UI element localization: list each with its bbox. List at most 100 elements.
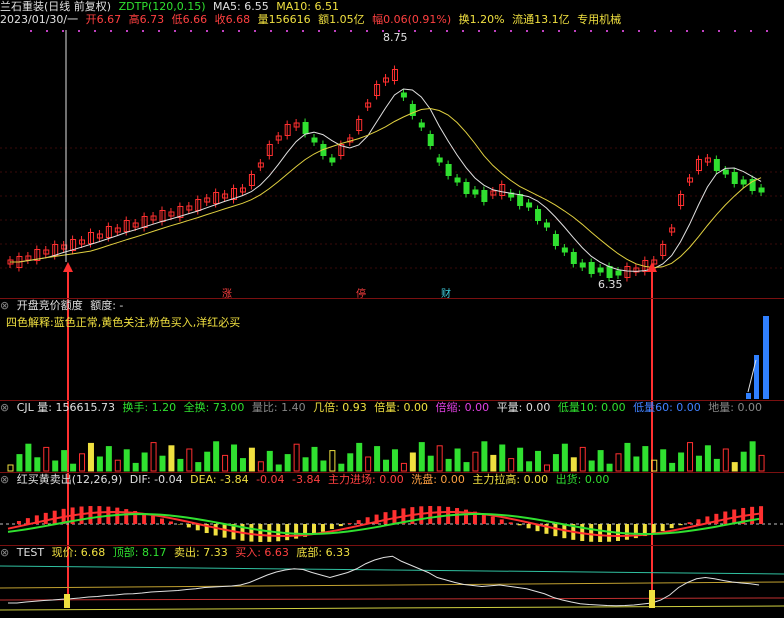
- signal-dot: [174, 30, 176, 32]
- volume-bar: [114, 459, 121, 472]
- candle-body: [526, 202, 533, 208]
- volume-bar: [239, 458, 246, 472]
- candle-body: [570, 252, 577, 264]
- volume-bar: [427, 455, 434, 472]
- volume-bar: [409, 452, 416, 472]
- volume-bar: [79, 453, 86, 472]
- volume-bar: [177, 458, 184, 472]
- auction-bar: [754, 355, 759, 399]
- candle-body: [481, 190, 488, 202]
- candle-body: [740, 179, 747, 185]
- volume-bar: [749, 441, 756, 472]
- panel4-header: ⊗ 红买黄卖出(12,26,9) DIF: -0.04 DEA: -3.84 -…: [0, 473, 613, 487]
- macd-bar: [508, 522, 513, 524]
- test-mairu: 买入: 6.63: [235, 546, 289, 559]
- volume-bar: [231, 444, 238, 472]
- volume-bar: [204, 451, 211, 472]
- cjl-diliang60: 低量60: 0.00: [633, 401, 701, 414]
- volume-bar: [275, 464, 282, 472]
- volume-bar: [365, 456, 372, 472]
- volume-bar: [383, 459, 390, 472]
- volume-bar: [597, 450, 604, 472]
- volume-bar: [472, 451, 479, 472]
- cjl-liangbi: 量比: 1.40: [251, 401, 306, 414]
- macd-bar: [669, 524, 674, 529]
- signal-dot: [414, 30, 416, 32]
- signal-dot: [142, 30, 144, 32]
- signal-dot: [110, 30, 112, 32]
- macd-bar: [320, 524, 325, 532]
- macd-bar: [419, 506, 424, 524]
- candle-body: [535, 209, 542, 221]
- buy-arrow-head: [63, 262, 73, 272]
- volume-bar: [624, 442, 631, 472]
- volume-bar: [70, 463, 77, 472]
- signal-dot: [750, 30, 752, 32]
- macd-bar: [660, 524, 665, 532]
- macd-bar: [16, 521, 21, 524]
- cjl-pingliang: 平量: 0.00: [496, 401, 551, 414]
- macd-bar: [338, 524, 343, 527]
- candle-body: [606, 266, 613, 278]
- volume-bar: [517, 447, 524, 472]
- candle-body: [722, 169, 729, 175]
- candle-body: [758, 187, 765, 193]
- volume-bar: [132, 462, 139, 472]
- test-maichu: 卖出: 7.33: [174, 546, 228, 559]
- volume-bar: [740, 451, 747, 472]
- macd-v2: -3.84: [292, 473, 321, 486]
- panel3-name[interactable]: CJL 量: 156615.73: [17, 401, 115, 414]
- panel4-name[interactable]: 红买黄卖出(12,26,9): [17, 473, 123, 486]
- signal-dot: [366, 30, 368, 32]
- volume-bar: [293, 443, 300, 472]
- candle-body: [302, 122, 309, 134]
- volume-bar: [731, 462, 738, 472]
- candle-body: [436, 157, 443, 163]
- candle-body: [552, 234, 559, 246]
- panel5-name[interactable]: TEST: [17, 546, 44, 559]
- volume-bar: [96, 456, 103, 472]
- volume-bar: [222, 454, 229, 472]
- volume-bar: [43, 446, 50, 472]
- volume-bar: [311, 446, 318, 472]
- signal-dot: [478, 30, 480, 32]
- volume-bar: [588, 460, 595, 472]
- volume-bar: [606, 463, 613, 472]
- candle-body: [517, 194, 524, 206]
- candle-body: [463, 182, 470, 194]
- candle-body: [445, 164, 452, 176]
- candle-body: [561, 247, 568, 253]
- macd-bar: [249, 524, 254, 542]
- macd-bar: [329, 524, 334, 530]
- candle-body: [597, 267, 604, 273]
- panel-close-icon[interactable]: ⊗: [0, 473, 9, 486]
- panel-close-icon[interactable]: ⊗: [0, 546, 9, 559]
- panel-close-icon[interactable]: ⊗: [0, 299, 9, 312]
- signal-dot: [574, 30, 576, 32]
- volume-bar: [248, 447, 255, 472]
- volume-bar: [168, 445, 175, 472]
- macd-bar: [589, 524, 594, 542]
- auction-bar: [746, 393, 751, 399]
- volume-bar: [329, 450, 336, 472]
- cjl-beisuo: 倍缩: 0.00: [435, 401, 490, 414]
- volume-bar: [758, 454, 765, 472]
- candle-body: [615, 270, 622, 276]
- panel2-title[interactable]: 开盘竞价额度: [17, 299, 83, 312]
- macd-bar: [347, 523, 352, 524]
- candle-body: [713, 159, 720, 171]
- panel2-header: ⊗ 开盘竞价额度 额度: -: [0, 299, 127, 313]
- panel-close-icon[interactable]: ⊗: [0, 401, 9, 414]
- volume-bar: [490, 454, 497, 472]
- signal-dot: [302, 30, 304, 32]
- volume-bar: [400, 462, 407, 472]
- volume-bar: [141, 452, 148, 472]
- signal-dot: [190, 30, 192, 32]
- volume-bar: [463, 462, 470, 472]
- marker-ting: 停: [356, 289, 366, 300]
- macd-bar: [356, 520, 361, 524]
- volume-bar: [302, 457, 309, 472]
- candle-body: [472, 189, 479, 195]
- panel3-header: ⊗ CJL 量: 156615.73 换手: 1.20 全换: 73.00 量比…: [0, 401, 766, 415]
- macd-bar: [258, 524, 263, 542]
